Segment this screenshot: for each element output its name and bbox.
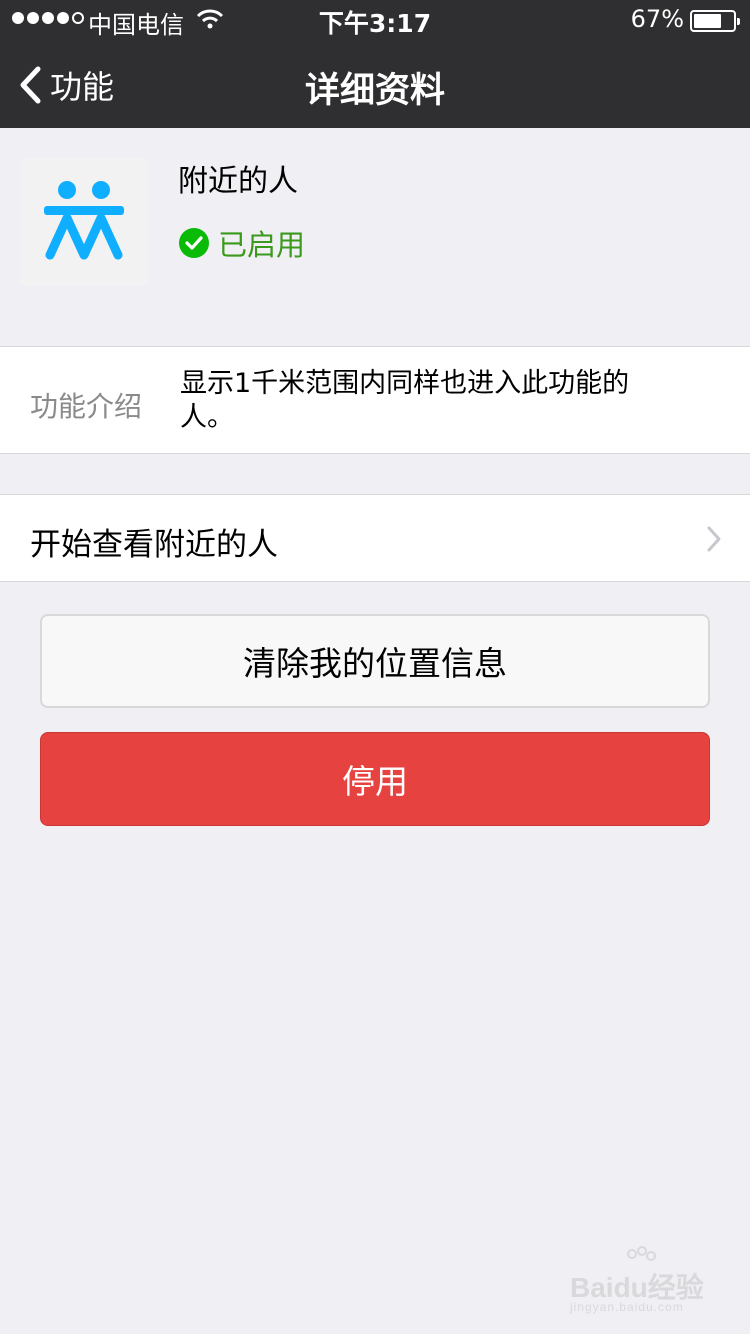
intro-text: 显示1千米范围内同样也进入此功能的人。 [180, 368, 630, 433]
cell-label: 开始查看附近的人 [30, 527, 278, 563]
feature-name: 附近的人 [178, 164, 298, 199]
status-text: 已启用 [218, 228, 306, 262]
status-bar: 中国电信 下午3:17 67% [0, 0, 750, 40]
disable-button[interactable]: 停用 [40, 732, 710, 826]
chevron-right-icon [707, 526, 721, 552]
status-badge: 已启用 [178, 222, 305, 264]
clear-location-button[interactable]: 清除我的位置信息 [40, 614, 710, 708]
battery-percent: 67% [630, 5, 684, 33]
watermark-url: jingyan.baidu.com [570, 1300, 684, 1314]
feature-profile [0, 128, 750, 318]
page-title: 详细资料 [304, 71, 445, 111]
navigation-bar: 中国电信 下午3:17 67% 功能 详细资料 [0, 0, 750, 128]
view-nearby-people-cell[interactable]: 开始查看附近的人 [0, 494, 750, 582]
baidu-watermark: Baidu经验 jingyan.baidu.com [570, 1246, 710, 1316]
battery-icon [690, 10, 740, 32]
people-nearby-icon [20, 158, 148, 286]
intro-section: 功能介绍 显示1千米范围内同样也进入此功能的人。 [0, 346, 750, 454]
intro-label: 功能介绍 [30, 390, 143, 423]
check-circle-icon [179, 228, 209, 258]
